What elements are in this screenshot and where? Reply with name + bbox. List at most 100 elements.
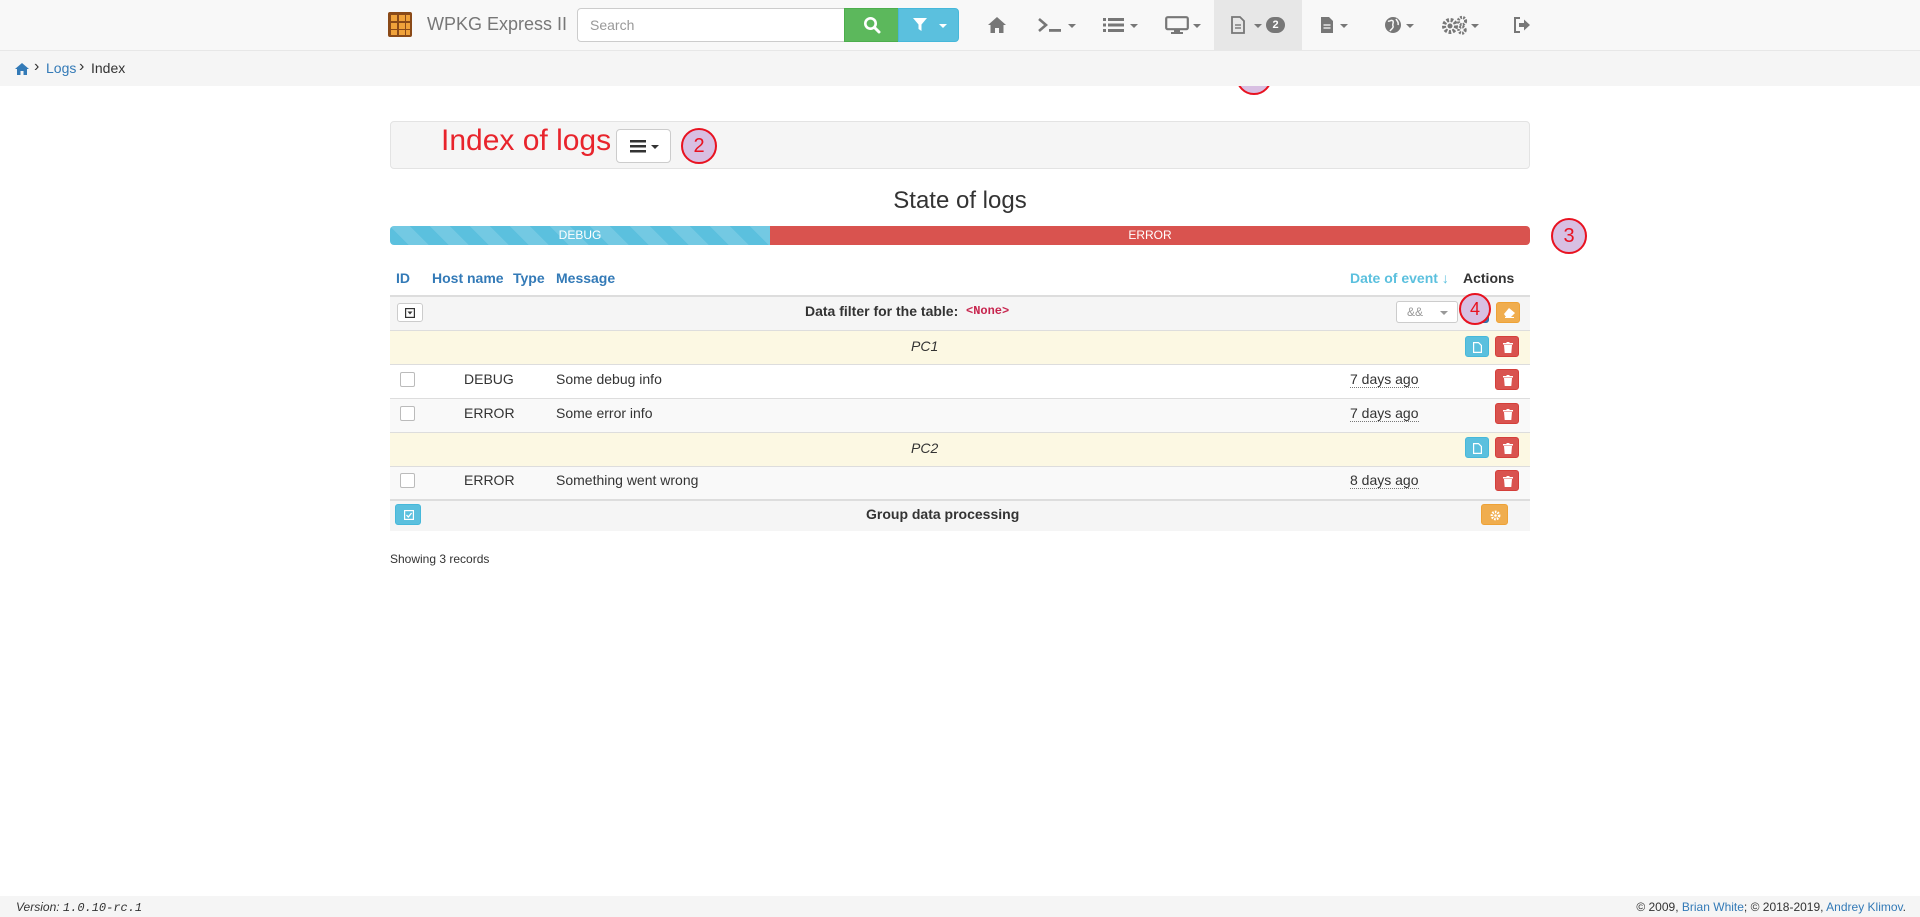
col-date[interactable]: Date of event ↓ [1350, 270, 1449, 286]
row-date: 8 days ago [1350, 472, 1419, 489]
col-actions: Actions [1463, 270, 1515, 286]
group-processing-label: Group data processing [866, 506, 1020, 522]
col-message[interactable]: Message [556, 270, 615, 286]
breadcrumb-current: Index [91, 60, 126, 76]
nav-terminal[interactable] [1030, 0, 1078, 50]
version-number: 1.0.10-rc.1 [62, 901, 143, 915]
nav-settings[interactable] [1436, 0, 1484, 50]
row-message: Something went wrong [556, 472, 699, 488]
search-button[interactable] [844, 8, 899, 42]
author-link-andrey-klimov[interactable]: Andrey Klimov [1826, 900, 1902, 914]
group-row-pc2 [390, 432, 1530, 466]
file-icon [1231, 16, 1245, 34]
filter-logic-value: && [1407, 305, 1424, 319]
nav-logout[interactable] [1506, 0, 1540, 50]
trash-icon [1503, 342, 1513, 353]
breadcrumb: › Logs › Index [0, 51, 1920, 86]
breadcrumb-logs-link[interactable]: Logs [46, 60, 76, 76]
annotation-marker-3: 3 [1551, 218, 1587, 254]
trash-icon [1503, 443, 1513, 454]
wpkg-logo[interactable] [388, 12, 412, 37]
group-row-pc1 [390, 330, 1530, 364]
filter-value[interactable]: <None> [966, 304, 1009, 318]
brand-name[interactable]: WPKG Express II [427, 14, 567, 35]
log-state-progress: DEBUG ERROR [390, 226, 1530, 245]
group-host-pc1: PC1 [911, 338, 939, 354]
col-date-label: Date of event [1350, 270, 1438, 286]
nav-logs[interactable]: 2 [1214, 0, 1302, 50]
delete-row-button[interactable] [1495, 403, 1519, 424]
row-select-checkbox[interactable] [400, 406, 415, 421]
progress-segment-error[interactable]: ERROR [770, 226, 1530, 245]
nav-desktop[interactable] [1156, 0, 1206, 50]
nav-list[interactable] [1094, 0, 1142, 50]
home-icon [988, 17, 1006, 33]
nav-reports[interactable] [1312, 0, 1352, 50]
globe-icon [1385, 17, 1401, 33]
filter-toggle-button[interactable] [397, 303, 423, 322]
trash-icon [1503, 476, 1513, 487]
search-icon [864, 17, 881, 34]
terminal-icon [1038, 18, 1061, 32]
annotation-marker-4: 4 [1459, 293, 1491, 325]
filter-button[interactable] [898, 8, 959, 42]
file-text-icon [1321, 17, 1333, 33]
nav-home[interactable] [980, 0, 1015, 50]
row-select-checkbox[interactable] [400, 473, 415, 488]
file-icon [1473, 443, 1482, 454]
trash-icon [1503, 375, 1513, 386]
row-message: Some error info [556, 405, 653, 421]
row-select-checkbox[interactable] [400, 372, 415, 387]
view-group-pc2-button[interactable] [1465, 437, 1489, 458]
copyright-year-1: © 2009, [1636, 900, 1679, 914]
view-group-pc1-button[interactable] [1465, 336, 1489, 357]
delete-group-pc1-button[interactable] [1495, 336, 1519, 357]
progress-segment-debug[interactable]: DEBUG [390, 226, 770, 245]
row-type: ERROR [464, 472, 515, 488]
filter-icon [913, 18, 927, 31]
file-icon [1473, 342, 1482, 353]
annotation-marker-2: 2 [681, 128, 717, 164]
group-processing-button[interactable] [1481, 504, 1508, 525]
search-input[interactable] [577, 8, 845, 42]
caret-square-down-icon [405, 308, 415, 318]
actions-menu-button[interactable] [616, 129, 671, 163]
delete-group-pc2-button[interactable] [1495, 437, 1519, 458]
delete-row-button[interactable] [1495, 470, 1519, 491]
sign-out-icon [1514, 17, 1530, 33]
copyright: © 2009, Brian White; © 2018-2019, Andrey… [1636, 900, 1906, 914]
page-footer: Version: 1.0.10-rc.1 © 2009, Brian White… [0, 896, 1920, 917]
nav-language[interactable] [1378, 0, 1416, 50]
version-info: Version: 1.0.10-rc.1 [16, 900, 142, 915]
breadcrumb-separator: › [34, 58, 40, 75]
clear-filter-button[interactable] [1496, 302, 1520, 323]
bars-icon [630, 140, 646, 153]
state-title: State of logs [893, 187, 1027, 214]
copyright-year-2: ; © 2018-2019, [1743, 900, 1824, 914]
records-count: Showing 3 records [390, 552, 490, 566]
col-type[interactable]: Type [513, 270, 545, 286]
delete-row-button[interactable] [1495, 369, 1519, 390]
author-link-brian-white[interactable]: Brian White [1682, 900, 1744, 914]
row-type: ERROR [464, 405, 515, 421]
version-label: Version: [16, 900, 60, 914]
home-icon[interactable] [14, 62, 30, 76]
row-message: Some debug info [556, 371, 662, 387]
filter-row [390, 295, 1530, 330]
select-all-button[interactable] [395, 504, 421, 525]
list-icon [1103, 18, 1124, 32]
row-date: 7 days ago [1350, 405, 1419, 422]
desktop-icon [1165, 16, 1189, 34]
breadcrumb-separator: › [79, 58, 85, 75]
col-host[interactable]: Host name [432, 270, 504, 286]
gear-icon [1490, 510, 1501, 521]
filter-label: Data filter for the table: [805, 303, 959, 319]
eraser-icon [1504, 308, 1515, 318]
filter-logic-select[interactable]: && [1396, 301, 1458, 323]
group-host-pc2: PC2 [911, 440, 939, 456]
row-date: 7 days ago [1350, 371, 1419, 388]
gears-icon [1442, 15, 1468, 35]
logs-count-badge: 2 [1266, 17, 1285, 33]
copyright-end: . [1902, 900, 1906, 914]
col-id[interactable]: ID [396, 270, 410, 286]
